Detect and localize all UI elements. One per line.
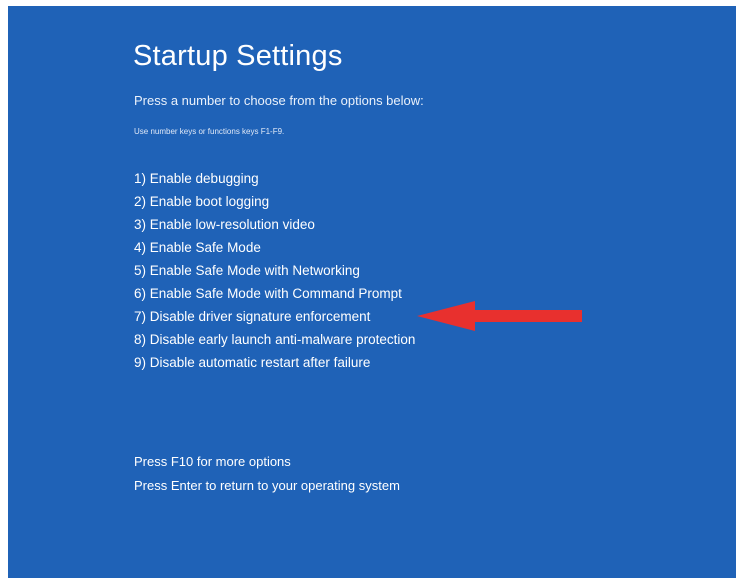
return-to-os-prompt[interactable]: Press Enter to return to your operating …: [134, 477, 400, 495]
more-options-prompt[interactable]: Press F10 for more options: [134, 453, 291, 471]
option-enable-boot-logging[interactable]: 2) Enable boot logging: [134, 190, 415, 213]
keys-hint-text: Use number keys or functions keys F1-F9.: [134, 127, 285, 136]
option-disable-early-launch-anti-malware[interactable]: 8) Disable early launch anti-malware pro…: [134, 328, 415, 351]
option-enable-safe-mode[interactable]: 4) Enable Safe Mode: [134, 236, 415, 259]
red-arrow-icon: [417, 301, 582, 331]
startup-settings-screen: Startup Settings Press a number to choos…: [8, 6, 736, 578]
startup-options-list: 1) Enable debugging 2) Enable boot loggi…: [134, 167, 415, 374]
option-enable-debugging[interactable]: 1) Enable debugging: [134, 167, 415, 190]
option-enable-low-resolution-video[interactable]: 3) Enable low-resolution video: [134, 213, 415, 236]
red-arrow-shape: [417, 301, 582, 331]
page-title: Startup Settings: [133, 40, 343, 72]
instruction-text: Press a number to choose from the option…: [134, 93, 424, 108]
option-disable-automatic-restart[interactable]: 9) Disable automatic restart after failu…: [134, 351, 415, 374]
option-safe-mode-networking[interactable]: 5) Enable Safe Mode with Networking: [134, 259, 415, 282]
option-disable-driver-signature-enforcement[interactable]: 7) Disable driver signature enforcement: [134, 305, 415, 328]
option-safe-mode-command-prompt[interactable]: 6) Enable Safe Mode with Command Prompt: [134, 282, 415, 305]
